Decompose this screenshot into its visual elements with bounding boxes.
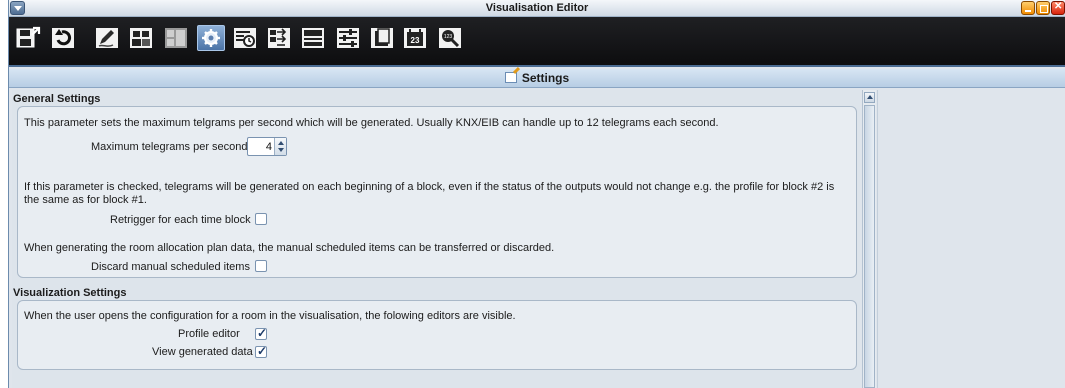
- settings-edit-icon: [504, 72, 517, 83]
- general-settings-group: This parameter sets the maximum telgrams…: [17, 106, 857, 278]
- users-button[interactable]: [127, 25, 155, 51]
- vertical-scrollbar[interactable]: [862, 90, 876, 388]
- visualization-description: When the user opens the configuration fo…: [24, 310, 516, 322]
- calendar-badge: 23: [411, 36, 420, 45]
- calendar-button[interactable]: 23: [401, 25, 429, 51]
- profile-editor-label: Profile editor: [178, 328, 240, 340]
- settings-title: Settings: [521, 71, 570, 85]
- general-settings-title: General Settings: [13, 93, 101, 105]
- layout-button[interactable]: [162, 25, 190, 51]
- discard-description: When generating the room allocation plan…: [24, 242, 555, 254]
- magnifier-icon: 123: [439, 28, 461, 48]
- document-button[interactable]: [368, 25, 396, 51]
- scrollbar-thumb[interactable]: [864, 105, 875, 388]
- edit-pencil-icon: [96, 28, 118, 48]
- sliders-icon: [337, 28, 359, 48]
- scroll-up-icon[interactable]: [864, 92, 875, 103]
- visualisation-editor-window: Visualisation Editor ✕ 23 123 Settings G…: [8, 0, 1065, 388]
- telegram-rate-description: This parameter sets the maximum telgrams…: [24, 117, 719, 129]
- max-telegrams-spinner[interactable]: [247, 137, 287, 156]
- retrigger-label: Retrigger for each time block: [110, 214, 251, 226]
- minimize-button[interactable]: [1021, 1, 1035, 15]
- window-controls: [1021, 1, 1065, 15]
- right-panel: [877, 90, 1065, 388]
- spinner-up-icon[interactable]: [278, 141, 284, 145]
- profile-editor-checkbox[interactable]: [255, 326, 267, 340]
- visualization-settings-title: Visualization Settings: [13, 287, 127, 299]
- magnifier-badge: 123: [444, 34, 453, 40]
- close-button[interactable]: [1051, 1, 1065, 15]
- save-exit-button[interactable]: [14, 25, 42, 51]
- window-title: Visualisation Editor: [485, 2, 589, 14]
- settings-gear-icon: [202, 29, 220, 47]
- maximize-button[interactable]: [1036, 1, 1050, 15]
- discard-checkbox[interactable]: [255, 260, 267, 272]
- title-bar: Visualisation Editor: [9, 0, 1065, 17]
- save-exit-icon: [16, 26, 41, 48]
- layout-grid-icon: [165, 28, 187, 48]
- settings-content: General Settings This parameter sets the…: [12, 90, 860, 388]
- settings-button[interactable]: [197, 25, 225, 51]
- edit-button[interactable]: [93, 25, 121, 51]
- document-icon: [371, 28, 393, 48]
- filter-button[interactable]: [334, 25, 362, 51]
- calendar-23-icon: 23: [404, 28, 426, 48]
- search-button[interactable]: 123: [436, 25, 464, 51]
- export-arrows-icon: [268, 28, 290, 48]
- toolbar: 23 123: [9, 17, 1065, 67]
- calendar-clock-icon: [234, 28, 256, 48]
- discard-label: Discard manual scheduled items: [91, 261, 250, 273]
- view-generated-data-checkbox[interactable]: [255, 344, 267, 358]
- max-telegrams-input[interactable]: [248, 138, 275, 155]
- max-telegrams-label: Maximum telegrams per second: [91, 141, 248, 153]
- retrigger-checkbox[interactable]: [255, 213, 267, 225]
- visualization-settings-group: When the user opens the configuration fo…: [17, 300, 857, 370]
- undo-button[interactable]: [49, 25, 77, 51]
- settings-header: Settings: [9, 69, 1065, 88]
- export-button[interactable]: [265, 25, 293, 51]
- view-generated-data-label: View generated data: [152, 346, 253, 358]
- list-panel-icon: [302, 28, 324, 48]
- spinner-down-icon[interactable]: [278, 148, 284, 152]
- people-icon: [130, 28, 152, 48]
- retrigger-description: If this parameter is checked, telegrams …: [24, 181, 835, 206]
- undo-icon: [52, 28, 74, 48]
- schedule-button[interactable]: [231, 25, 259, 51]
- list-button[interactable]: [299, 25, 327, 51]
